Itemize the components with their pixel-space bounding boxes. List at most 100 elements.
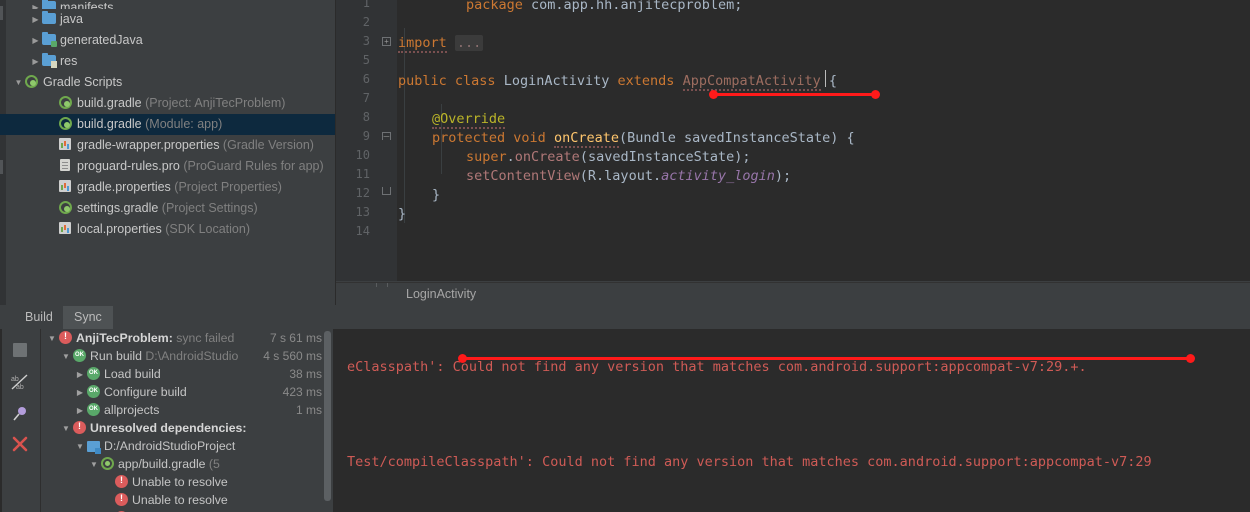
build-tree-row[interactable]: ▼ D:/AndroidStudioProject	[41, 437, 332, 455]
tree-item-detail: (Module: app)	[141, 117, 223, 132]
folded-imports[interactable]: ...	[454, 35, 484, 51]
build-row-label: Run build	[90, 349, 142, 363]
build-expand-arrow[interactable]: ▼	[73, 438, 87, 456]
tree-item-build-gradle[interactable]: ▶build.gradle (Project: AnjiTecProblem)	[0, 93, 335, 114]
token-keyword: import	[398, 35, 447, 53]
tree-item-gradle-scripts[interactable]: ▼ Gradle Scripts	[0, 72, 335, 93]
build-expand-arrow[interactable]: ▼	[59, 348, 73, 366]
tree-item-proguard-rules-pro[interactable]: ▶proguard-rules.pro (ProGuard Rules for …	[0, 156, 335, 177]
console-line-2: Test/compileClasspath': Could not find a…	[347, 454, 1152, 470]
breadcrumb-file[interactable]: LoginActivity	[406, 287, 476, 301]
tree-item-gradle-properties[interactable]: ▶gradle.properties (Project Properties)	[0, 177, 335, 198]
build-expand-arrow[interactable]: ▶	[73, 384, 87, 402]
console-underline-end-dot	[1186, 354, 1195, 363]
scrollbar-thumb[interactable]	[324, 331, 331, 501]
fold-end-icon[interactable]	[382, 187, 391, 195]
build-tree-row[interactable]: ▼ AnjiTecProblem: sync failed 7 s 61 ms	[41, 329, 332, 347]
tree-item-label: Gradle Scripts	[43, 75, 123, 90]
build-tree-row[interactable]: ▶ Load build 38 ms	[41, 365, 332, 383]
tree-item-label: java	[60, 12, 83, 27]
tree-expand-arrow[interactable]: ▶	[29, 51, 42, 72]
folder-generated-icon	[42, 32, 57, 47]
token-keyword: protected	[432, 130, 506, 146]
folder-res-icon	[42, 53, 57, 68]
fold-collapse-icon[interactable]: ─	[382, 132, 391, 141]
tree-item-res[interactable]: ▶ res	[0, 51, 335, 72]
editor-gutter[interactable]: 1 2 3 5 6 7 8 9 10 11 12 13 14 + ─	[336, 0, 398, 281]
build-tree-row[interactable]: ▼ app/build.gradle (5	[41, 455, 332, 473]
line-number: 8	[362, 110, 370, 124]
build-expand-arrow[interactable]: ▶	[73, 366, 87, 384]
tab-sync[interactable]: Sync	[63, 306, 113, 329]
build-row-duration: 4 s 560 ms	[263, 349, 322, 363]
code-line-11: setContentView(R.layout.activity_login);	[466, 167, 791, 186]
gradle-icon	[59, 201, 74, 214]
tree-item-manifests[interactable]: ▶ manifests	[0, 0, 335, 9]
tree-expand-arrow[interactable]: ▶	[29, 9, 42, 30]
build-tree-row[interactable]: ▶Unable to resolve	[41, 491, 332, 509]
code-editor[interactable]: 1 2 3 5 6 7 8 9 10 11 12 13 14 + ─ packa…	[336, 0, 1250, 281]
build-console-output[interactable]: eClasspath': Could not find any version …	[333, 329, 1250, 512]
splitter-handle[interactable]	[376, 283, 388, 287]
filter-ab-icon[interactable]: ab ab	[11, 373, 29, 391]
pin-icon[interactable]	[11, 405, 29, 423]
tab-build[interactable]: Build	[14, 306, 64, 329]
gradle-icon	[25, 75, 40, 88]
token-brace: {	[828, 73, 838, 89]
line-number: 12	[355, 186, 370, 200]
console-underline-start-dot	[458, 354, 467, 363]
tree-item-local-properties[interactable]: ▶local.properties (SDK Location)	[0, 219, 335, 240]
build-tree-row[interactable]: ▼ Unresolved dependencies:	[41, 419, 332, 437]
build-expand-arrow[interactable]: ▼	[45, 330, 59, 348]
token-field: activity_login	[661, 168, 775, 184]
line-number: 7	[362, 91, 370, 105]
line-number: 11	[355, 167, 370, 181]
line-number: 3	[362, 34, 370, 48]
ok-icon	[87, 403, 100, 416]
build-row-label: D:/AndroidStudioProject	[104, 439, 236, 453]
build-expand-arrow[interactable]: ▶	[73, 402, 87, 420]
token-dot: .	[506, 149, 515, 165]
project-tree-panel[interactable]: ▶ manifests ▶ java ▶ generatedJava ▶ res ▼ Gradle…	[0, 0, 336, 305]
tree-expand-arrow[interactable]: ▶	[29, 30, 42, 51]
build-tree-scrollbar[interactable]	[323, 329, 332, 512]
tree-item-java[interactable]: ▶ java	[0, 9, 335, 30]
module-icon	[87, 441, 101, 454]
gradle-icon	[59, 117, 74, 130]
tree-expand-arrow[interactable]: ▼	[12, 72, 25, 93]
tree-item-settings-gradle[interactable]: ▶settings.gradle (Project Settings)	[0, 198, 335, 219]
token-keyword: extends	[617, 73, 675, 89]
build-toolbar: ab ab	[0, 329, 41, 512]
build-expand-arrow[interactable]: ▼	[59, 420, 73, 438]
token-appcompatactivity: AppCompatActivity	[682, 73, 821, 91]
build-result-tree[interactable]: ▼AnjiTecProblem: sync failed7 s 61 ms▼Ru…	[41, 329, 332, 512]
build-tree-row[interactable]: ▶ allprojects 1 ms	[41, 401, 332, 419]
line-number: 5	[362, 53, 370, 67]
tree-item-build-gradle[interactable]: ▶build.gradle (Module: app)	[0, 114, 335, 135]
tree-item-label: gradle.properties	[77, 180, 171, 195]
stop-icon[interactable]	[11, 341, 29, 359]
android-studio-window: ▶ manifests ▶ java ▶ generatedJava ▶ res ▼ Gradle…	[0, 0, 1250, 512]
build-tree-row[interactable]: ▶Unable to resolve	[41, 473, 332, 491]
properties-icon	[59, 138, 74, 151]
build-row-label: allprojects	[104, 403, 160, 417]
tree-item-label: gradle-wrapper.properties	[77, 138, 220, 153]
code-line-9: protected void onCreate(Bundle savedInst…	[432, 129, 855, 148]
error-icon	[115, 474, 128, 488]
fold-expand-icon[interactable]: +	[382, 37, 391, 46]
build-tree-row[interactable]: ▼ Run build D:\AndroidStudio 4 s 560 ms	[41, 347, 332, 365]
build-tabs-bar: Build Sync	[0, 306, 1250, 329]
token-brace: }	[398, 206, 407, 222]
build-row-label: app/build.gradle	[118, 457, 206, 471]
line-number: 14	[355, 224, 370, 238]
build-row-label: AnjiTecProblem:	[76, 331, 173, 345]
close-icon[interactable]	[11, 435, 29, 453]
build-tree-row[interactable]: ▶ Configure build 423 ms	[41, 383, 332, 401]
editor-breadcrumb-bar[interactable]: LoginActivity	[336, 282, 1250, 306]
tree-item-generatedjava[interactable]: ▶ generatedJava	[0, 30, 335, 51]
token-keyword: void	[513, 130, 546, 146]
tree-item-gradle-wrapper-properties[interactable]: ▶gradle-wrapper.properties (Gradle Versi…	[0, 135, 335, 156]
code-content[interactable]: package com.app.hh.anjitecproblem; impor…	[398, 0, 1250, 281]
error-icon	[73, 420, 86, 434]
build-expand-arrow[interactable]: ▼	[87, 456, 101, 474]
